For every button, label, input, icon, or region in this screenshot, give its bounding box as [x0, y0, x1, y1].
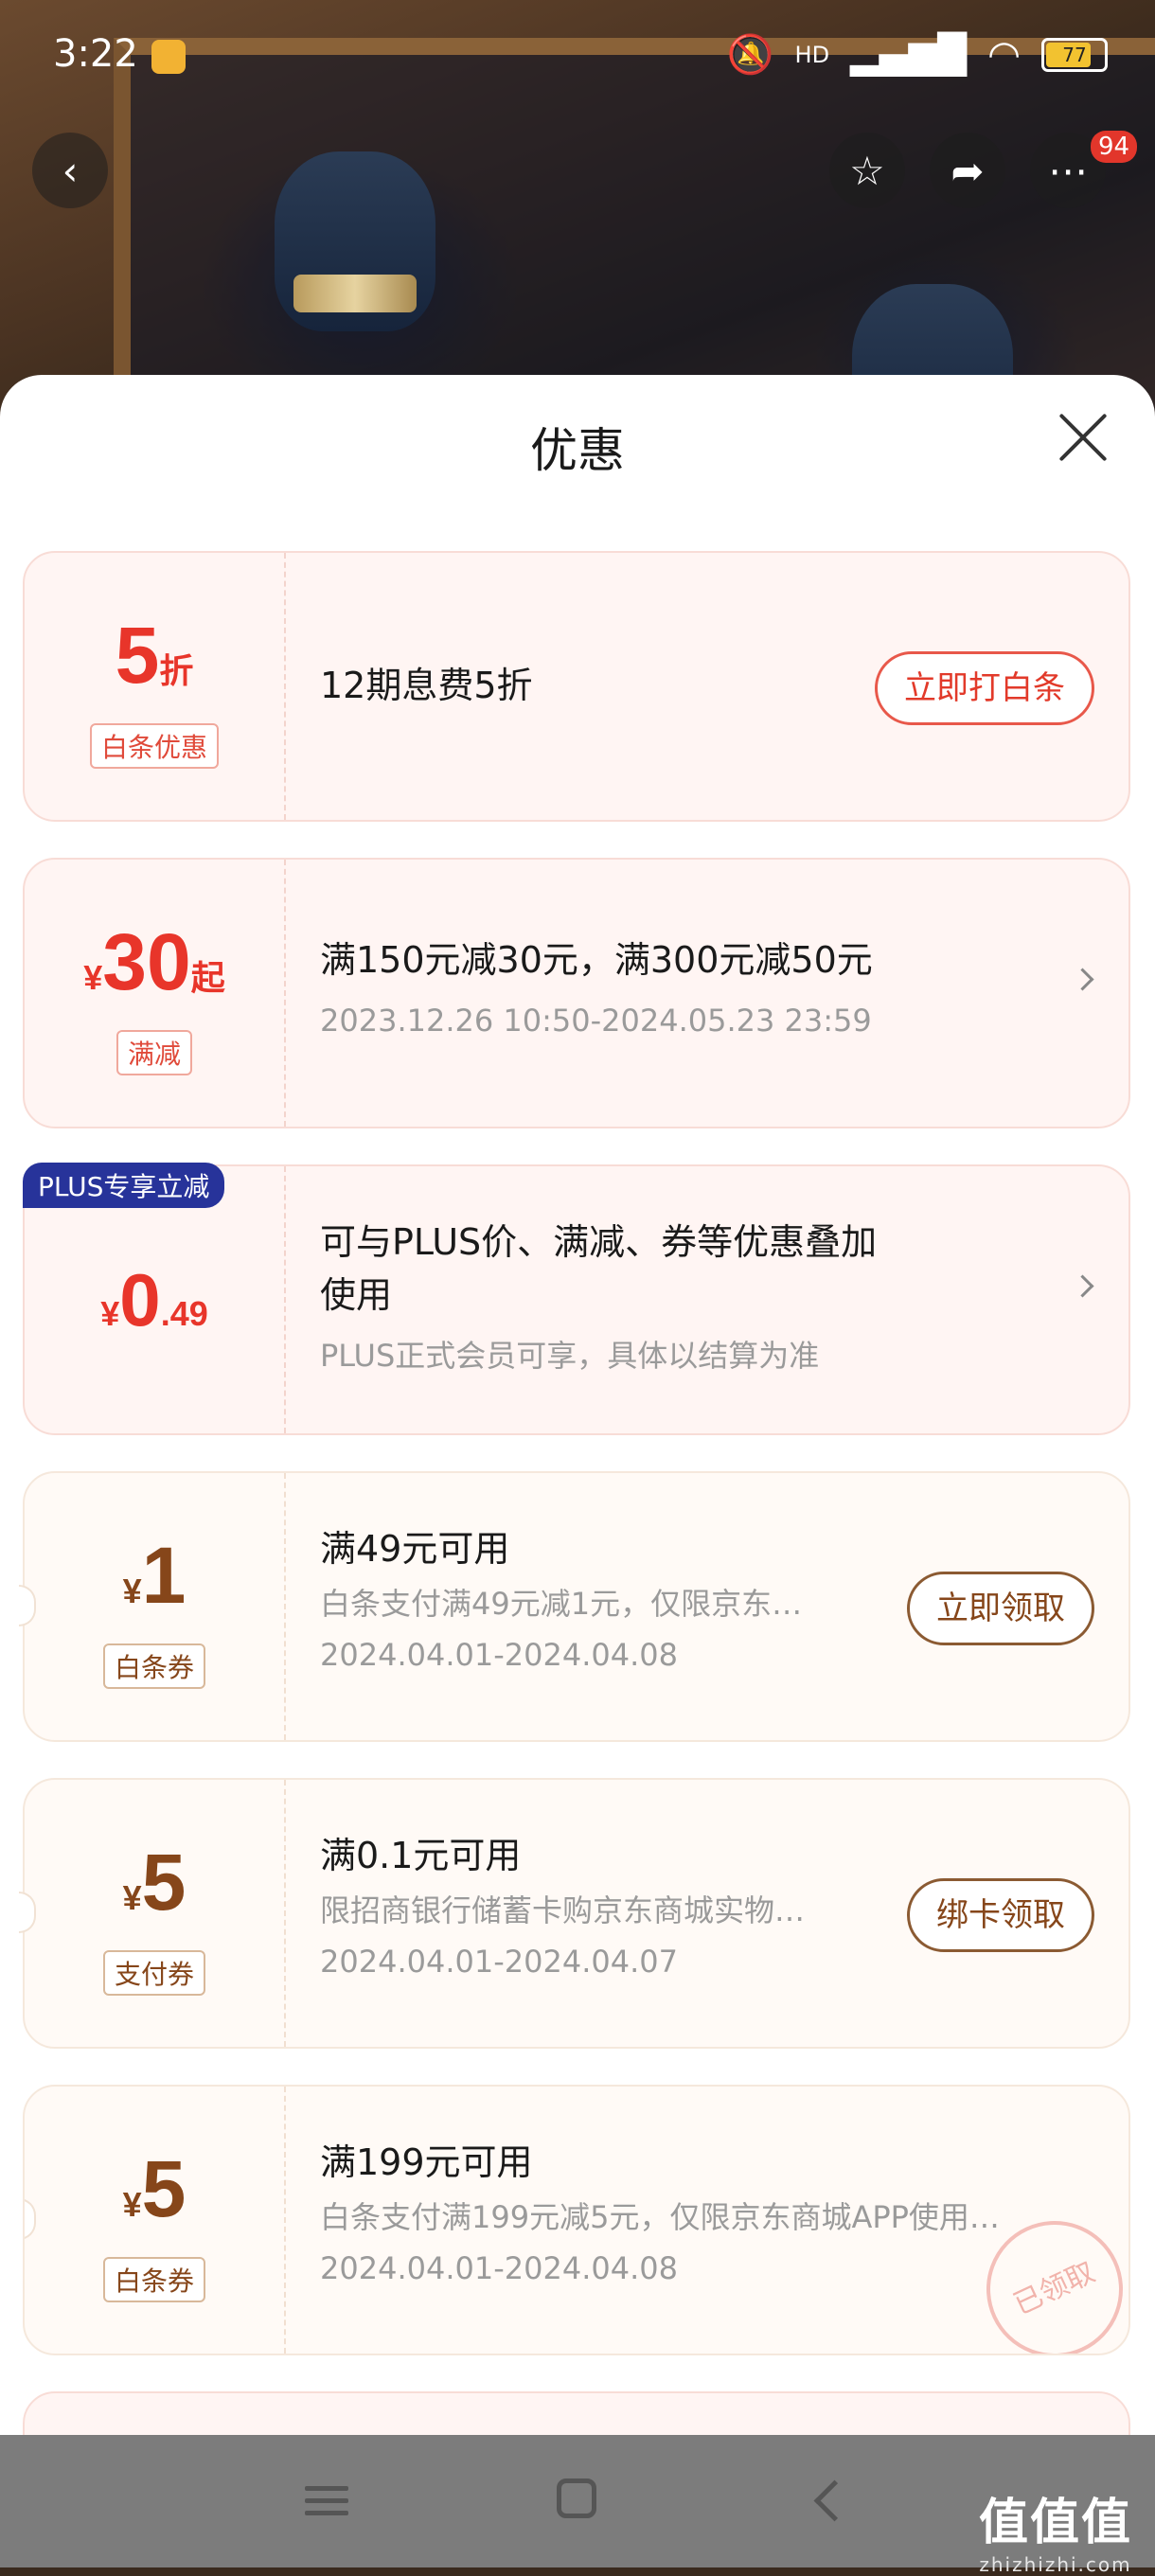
- back-icon[interactable]: [813, 2479, 856, 2522]
- coupon-amount: ¥5: [122, 1838, 187, 1927]
- star-icon: ☆: [849, 147, 885, 194]
- status-bar: 3:22 🔕 HD ▂▄▆█ ◠ 77: [0, 0, 1155, 114]
- status-time: 3:22: [53, 32, 138, 76]
- offer-tag: 白条优惠: [89, 723, 220, 769]
- discount-sheet: 优惠 5折 白条优惠 12期息费5折 立即打白条 ¥30起 满减 满150元减3…: [0, 375, 1155, 2567]
- offer-amount: 5折: [115, 611, 194, 700]
- chevron-right-icon: [1071, 968, 1094, 991]
- coupon-desc: 白条支付满199元减5元，仅限京东商城APP使用…: [320, 2199, 1000, 2235]
- offer-amount: ¥0.49: [100, 1258, 208, 1341]
- offer-date: 2023.12.26 10:50-2024.05.23 23:59: [320, 1003, 872, 1039]
- coupon-date: 2024.04.01-2024.04.08: [320, 2250, 678, 2286]
- offer-title: 满150元减30元，满300元减50元: [320, 939, 873, 981]
- network-label: HD: [794, 41, 830, 68]
- share-button[interactable]: ➦: [930, 133, 1005, 208]
- back-button[interactable]: ‹: [32, 133, 108, 208]
- coupon-amount: ¥5: [122, 2144, 187, 2233]
- offer-card[interactable]: 5折 白条优惠 12期息费5折 立即打白条: [23, 551, 1130, 822]
- offer-amount: ¥30起: [83, 917, 225, 1006]
- share-icon: ➦: [951, 147, 985, 194]
- coupon-card[interactable]: ¥1 白条券 满49元可用 白条支付满49元减1元，仅限京东… 2024.04.…: [19, 1471, 1130, 1742]
- use-baitiao-button[interactable]: 立即打白条: [875, 651, 1094, 725]
- coupon-tag: 白条券: [102, 1643, 206, 1689]
- more-badge: 94: [1091, 131, 1138, 163]
- coupon-title: 满0.1元可用: [320, 1835, 522, 1876]
- coupon-date: 2024.04.01-2024.04.08: [320, 1637, 678, 1673]
- battery-icon: 77: [1041, 37, 1108, 72]
- menu-icon[interactable]: [305, 2478, 348, 2523]
- coupon-date: 2024.04.01-2024.04.07: [320, 1944, 678, 1980]
- coupon-tag: 白条券: [102, 2257, 206, 2302]
- coupon-amount: ¥1: [122, 1531, 187, 1620]
- watermark: 值值值 zhizhizhi.com: [978, 2495, 1132, 2576]
- notification-icon: [151, 40, 186, 74]
- mute-icon: 🔕: [726, 33, 774, 77]
- vase-image: [275, 151, 435, 331]
- bind-card-claim-button[interactable]: 绑卡领取: [907, 1878, 1094, 1952]
- coupon-card[interactable]: ¥5 支付券 满0.1元可用 限招商银行储蓄卡购京东商城实物… 2024.04.…: [19, 1778, 1130, 2049]
- coupon-card[interactable]: ¥5 白条券 满199元可用 白条支付满199元减5元，仅限京东商城APP使用……: [23, 2085, 1130, 2355]
- offer-title: 可与PLUS价、满减、券等优惠叠加: [320, 1221, 878, 1263]
- favorite-button[interactable]: ☆: [829, 133, 905, 208]
- offer-card[interactable]: PLUS专享立减 ¥0.49 可与PLUS价、满减、券等优惠叠加 使用 PLUS…: [23, 1163, 1130, 1435]
- close-icon[interactable]: [1055, 409, 1111, 466]
- offer-title-cont: 使用: [320, 1274, 393, 1316]
- more-icon: ⋯: [1048, 147, 1088, 194]
- coupon-tag: 支付券: [102, 1950, 206, 1996]
- claim-coupon-button[interactable]: 立即领取: [907, 1572, 1094, 1645]
- coupon-desc: 限招商银行储蓄卡购京东商城实物…: [320, 1892, 806, 1928]
- coupon-title: 满49元可用: [320, 1528, 510, 1570]
- chevron-right-icon: [1071, 1274, 1094, 1298]
- offer-tag: 满减: [116, 1030, 193, 1075]
- coupon-desc: 白条支付满49元减1元，仅限京东…: [320, 1586, 803, 1622]
- coupon-title: 满199元可用: [320, 2141, 533, 2183]
- home-icon[interactable]: [557, 2478, 596, 2518]
- sheet-title: 优惠: [530, 423, 625, 478]
- signal-icon: ▂▄▆█: [850, 32, 968, 77]
- offer-card[interactable]: ¥30起 满减 满150元减30元，满300元减50元 2023.12.26 1…: [23, 858, 1130, 1128]
- wifi-icon: ◠: [987, 32, 1021, 77]
- offer-note: PLUS正式会员可享，具体以结算为准: [320, 1338, 820, 1374]
